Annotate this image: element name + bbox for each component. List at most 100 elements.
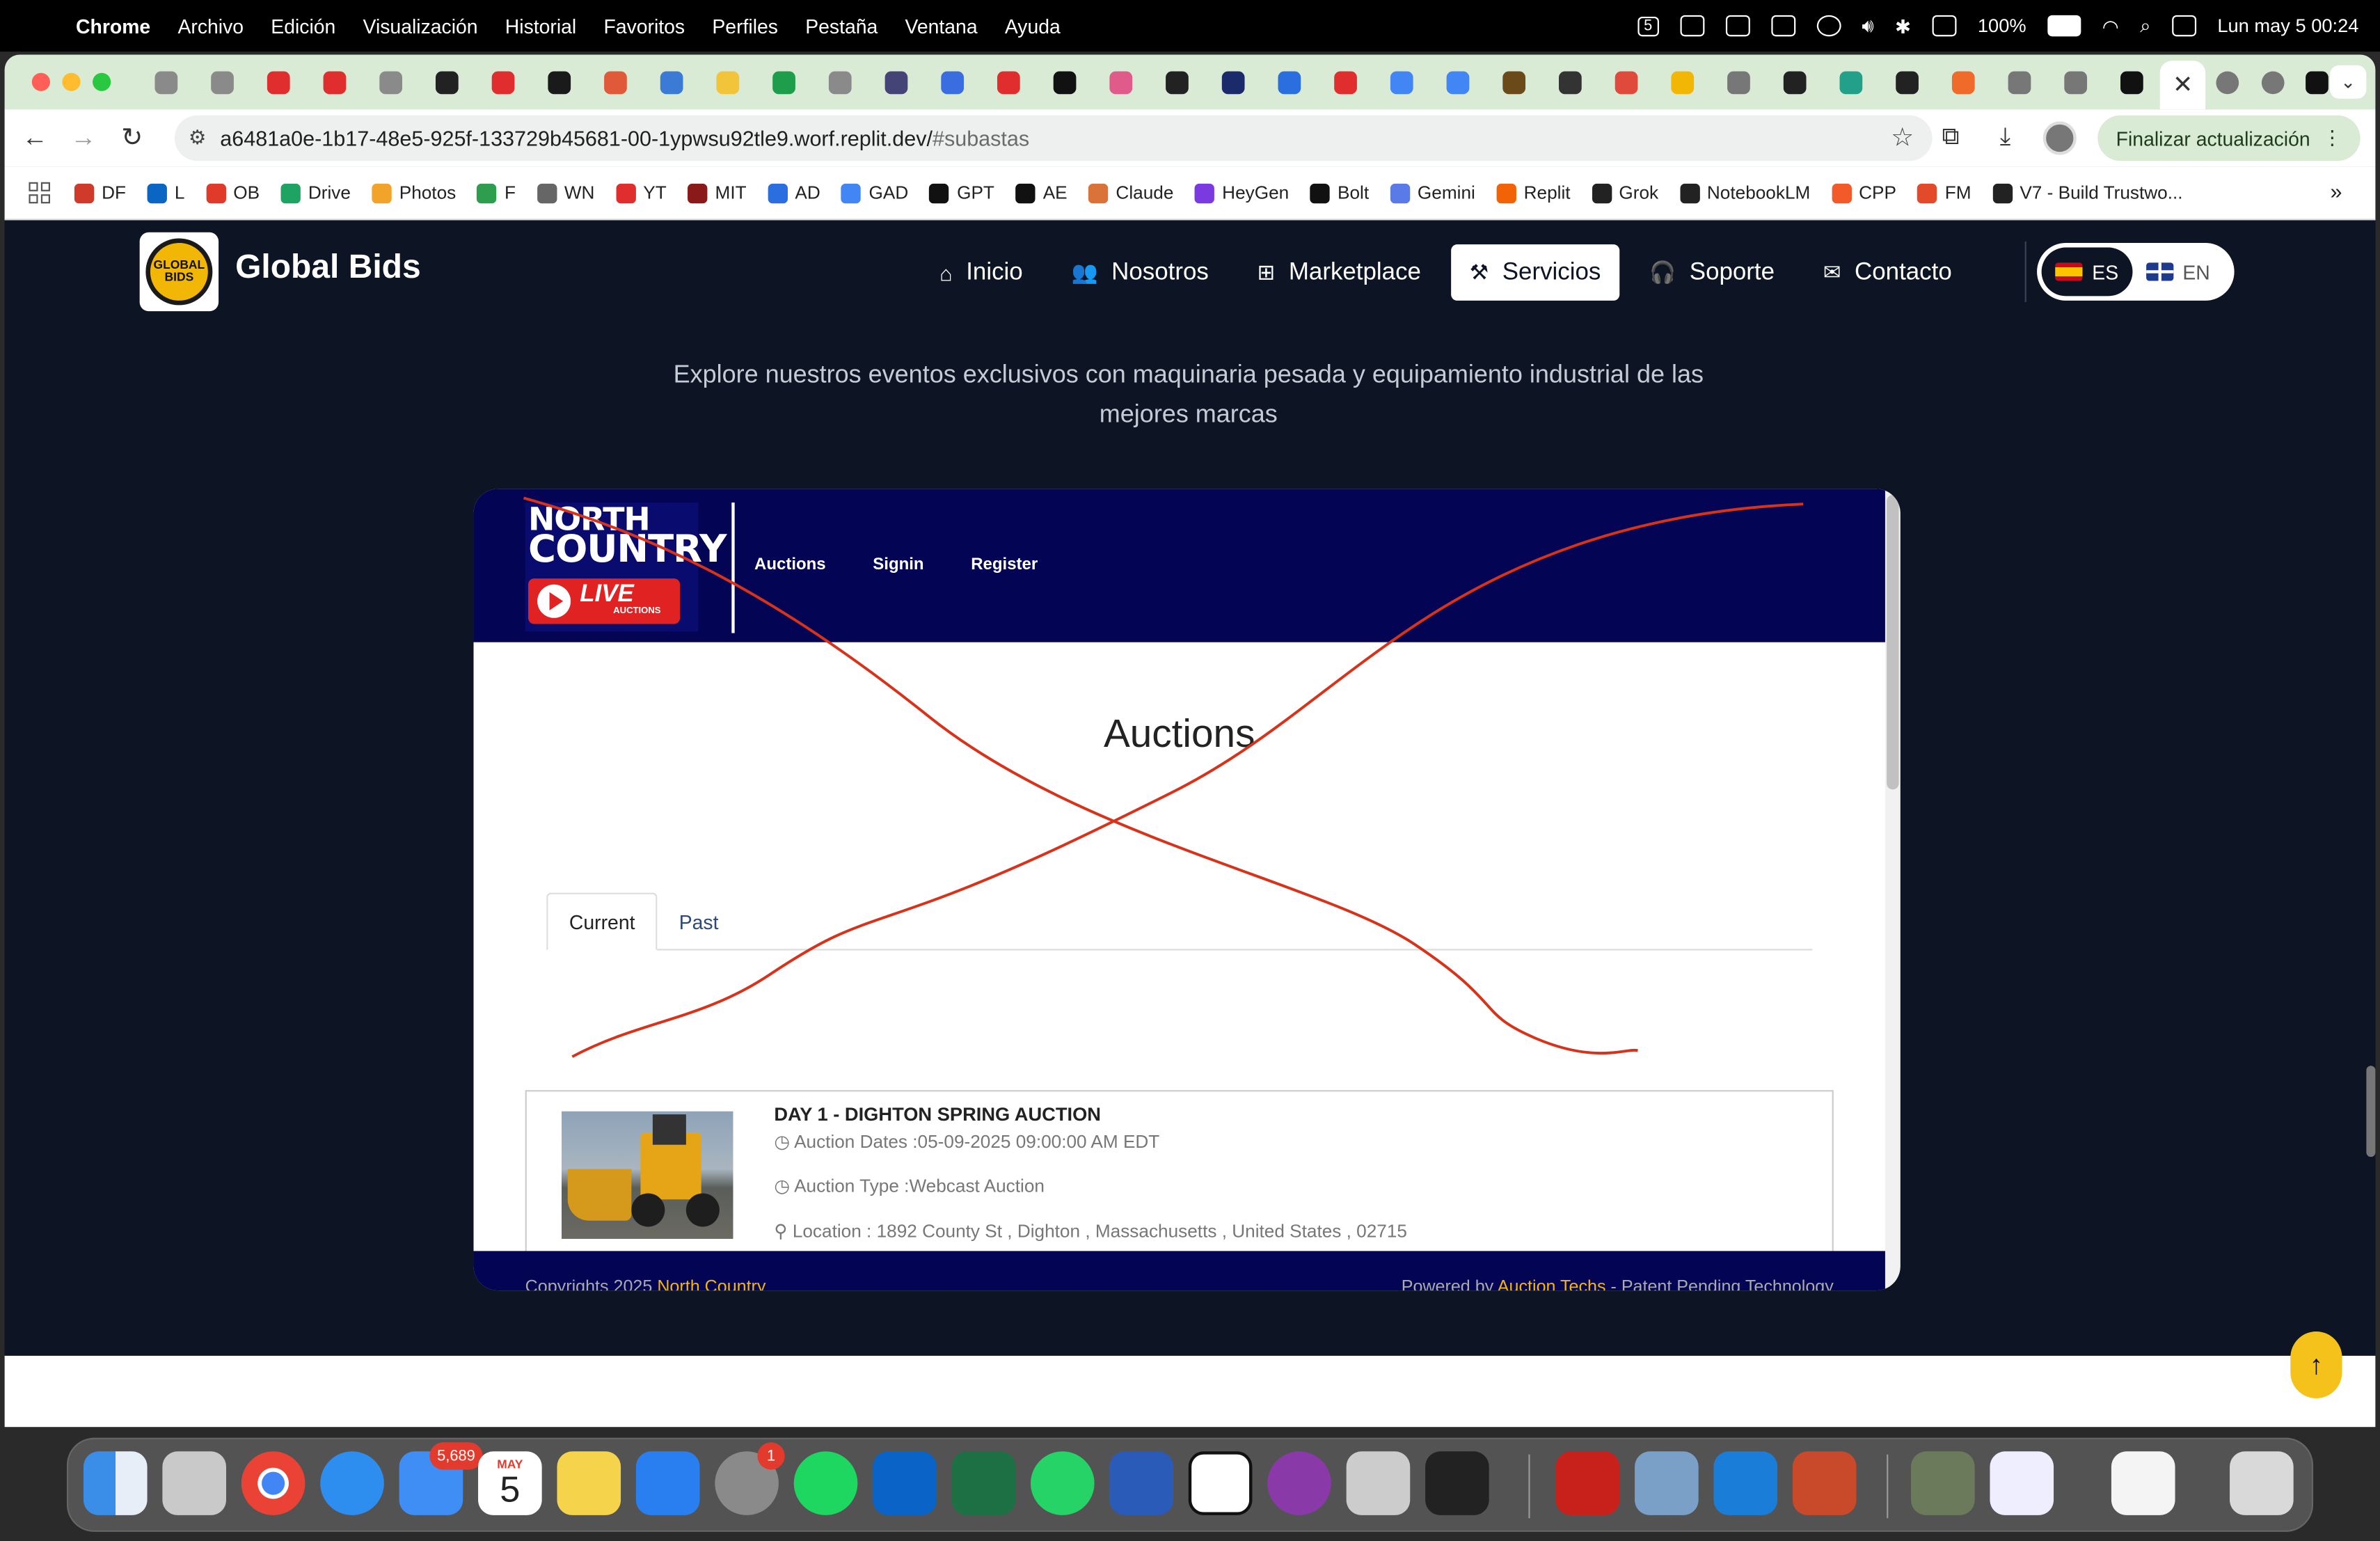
bookmark-item[interactable]: GAD — [841, 182, 908, 203]
browser-tab[interactable] — [587, 55, 644, 110]
battery-icon[interactable] — [2047, 15, 2081, 37]
bookmark-item[interactable]: HeyGen — [1194, 182, 1289, 203]
more-menu-icon[interactable]: ⋮ — [2322, 126, 2342, 150]
browser-tab[interactable] — [1317, 55, 1374, 110]
drive-icon[interactable] — [1770, 15, 1795, 37]
dark-app-icon[interactable] — [1425, 1451, 1489, 1515]
browser-tab[interactable] — [1430, 55, 1486, 110]
browser-tab[interactable] — [307, 55, 363, 110]
menu-ventana[interactable]: Ventana — [905, 15, 978, 38]
browser-tab[interactable] — [1149, 55, 1205, 110]
browser-tab[interactable] — [699, 55, 756, 110]
menu-pestana[interactable]: Pestaña — [805, 15, 878, 38]
bookmark-item[interactable]: F — [477, 182, 516, 203]
acrobat-icon[interactable] — [1555, 1451, 1620, 1515]
browser-tab[interactable] — [812, 55, 868, 110]
calendar-icon[interactable]: MAY 5 — [478, 1451, 542, 1515]
menu-archivo[interactable]: Archivo — [177, 15, 244, 38]
nav-inicio[interactable]: ⌂ Inicio — [921, 244, 1041, 301]
menu-historial[interactable]: Historial — [505, 15, 576, 38]
notes-icon[interactable] — [557, 1451, 621, 1515]
apps-grid-icon[interactable] — [29, 182, 50, 204]
spotify-icon[interactable] — [793, 1451, 858, 1515]
circle-app-icon[interactable] — [1267, 1451, 1331, 1515]
bookmark-item[interactable]: WN — [537, 182, 594, 203]
browser-tab[interactable] — [1486, 55, 1542, 110]
menu-ayuda[interactable]: Ayuda — [1005, 15, 1061, 38]
bookmark-item[interactable]: DF — [74, 182, 126, 203]
footer-north-country-link[interactable]: North Country — [657, 1279, 765, 1290]
browser-tab[interactable] — [1935, 55, 1992, 110]
browser-tab[interactable] — [2047, 55, 2104, 110]
menu-clock[interactable]: Lun may 5 00:24 — [2217, 15, 2358, 37]
bookmark-item[interactable]: Bolt — [1310, 182, 1369, 203]
finder-icon[interactable] — [83, 1451, 148, 1515]
keynote-icon[interactable] — [635, 1451, 700, 1515]
page-scrollbar-thumb[interactable] — [2366, 1066, 2376, 1157]
browser-tab[interactable] — [756, 55, 812, 110]
tab-past[interactable]: Past — [658, 893, 740, 951]
embed-nav-auctions[interactable]: Auctions — [754, 555, 826, 574]
extensions-puzzle-icon[interactable]: ⧉ — [1934, 125, 1967, 152]
outlook-icon[interactable] — [873, 1451, 937, 1515]
lang-en-button[interactable]: EN — [2132, 248, 2223, 297]
embed-nav-signin[interactable]: Signin — [873, 555, 923, 574]
chrome-icon[interactable] — [241, 1451, 306, 1515]
bookmark-item[interactable]: GPT — [929, 182, 994, 203]
brand-name[interactable]: Global Bids — [235, 248, 421, 287]
bookmark-item[interactable]: Drive — [280, 182, 351, 203]
trash-icon[interactable] — [2230, 1451, 2294, 1515]
keyboard-icon[interactable] — [1932, 15, 1957, 37]
embed-scrollbar[interactable] — [1885, 489, 1901, 1291]
browser-tab[interactable] — [1093, 55, 1149, 110]
menu-edicion[interactable]: Edición — [271, 15, 335, 38]
reload-icon[interactable]: ↻ — [108, 123, 157, 154]
mail-icon[interactable]: 5,689 — [399, 1442, 483, 1515]
nav-servicios[interactable]: ⚒ Servicios — [1451, 244, 1619, 301]
browser-tab[interactable] — [475, 55, 532, 110]
browser-tab[interactable] — [531, 55, 587, 110]
north-country-logo[interactable]: NORTH COUNTRY LIVE AUCTIONS — [525, 503, 727, 632]
bookmark-item[interactable]: FM — [1917, 182, 1972, 203]
bookmark-item[interactable]: OB — [205, 182, 260, 203]
scroll-to-top-button[interactable]: ↑ — [2290, 1331, 2342, 1398]
browser-tab[interactable] — [1654, 55, 1711, 110]
system-settings-icon[interactable]: 1 — [715, 1442, 785, 1515]
menu-visualizacion[interactable]: Visualización — [363, 15, 478, 38]
iphone-mirroring-icon[interactable] — [1346, 1451, 1411, 1515]
powerpoint-icon[interactable] — [1792, 1451, 1857, 1515]
nav-marketplace[interactable]: ⊞ Marketplace — [1239, 244, 1439, 301]
launchpad-icon[interactable] — [162, 1451, 226, 1515]
control-center-icon[interactable] — [2171, 15, 2196, 37]
recent-file-thumbnail[interactable] — [1990, 1451, 2054, 1515]
download-icon[interactable]: ⤓ — [1988, 125, 2022, 152]
status-badge-icon[interactable]: 5 — [1637, 15, 1659, 36]
browser-tab[interactable] — [1823, 55, 1880, 110]
browser-tab[interactable] — [138, 55, 194, 110]
browser-tab[interactable] — [981, 55, 1037, 110]
browser-tab[interactable] — [419, 55, 475, 110]
bookmark-item[interactable]: Claude — [1088, 182, 1173, 203]
word-icon[interactable] — [1109, 1451, 1174, 1515]
browser-tab[interactable] — [2104, 55, 2160, 110]
bookmark-item[interactable]: Photos — [372, 182, 456, 203]
auction-title[interactable]: DAY 1 - DIGHTON SPRING AUCTION — [774, 1104, 1101, 1125]
close-window-button[interactable] — [31, 72, 50, 91]
nav-soporte[interactable]: 🎧 Soporte — [1631, 244, 1793, 301]
recent-file-thumbnail[interactable] — [1911, 1451, 1975, 1515]
wifi-icon[interactable]: ◠ — [2102, 15, 2119, 38]
auction-card[interactable]: DAY 1 - DIGHTON SPRING AUCTION ◷ Auction… — [525, 1090, 1834, 1272]
menu-perfiles[interactable]: Perfiles — [712, 15, 778, 38]
bookmark-item[interactable]: Grok — [1592, 182, 1658, 203]
browser-tab[interactable] — [1542, 55, 1598, 110]
play-icon[interactable] — [1816, 15, 1841, 37]
url-text[interactable]: a6481a0e-1b17-48e5-925f-133729b45681-00-… — [220, 126, 1029, 150]
preview-icon[interactable] — [1635, 1451, 1699, 1515]
bookmark-item[interactable]: CPP — [1831, 182, 1896, 203]
browser-tab[interactable] — [1037, 55, 1093, 110]
vscode-icon[interactable] — [1713, 1451, 1778, 1515]
bluetooth-icon[interactable]: ✱ — [1895, 15, 1911, 38]
browser-tab[interactable] — [363, 55, 419, 110]
nav-nosotros[interactable]: 👥 Nosotros — [1053, 244, 1227, 301]
profile-avatar[interactable] — [2042, 121, 2077, 155]
